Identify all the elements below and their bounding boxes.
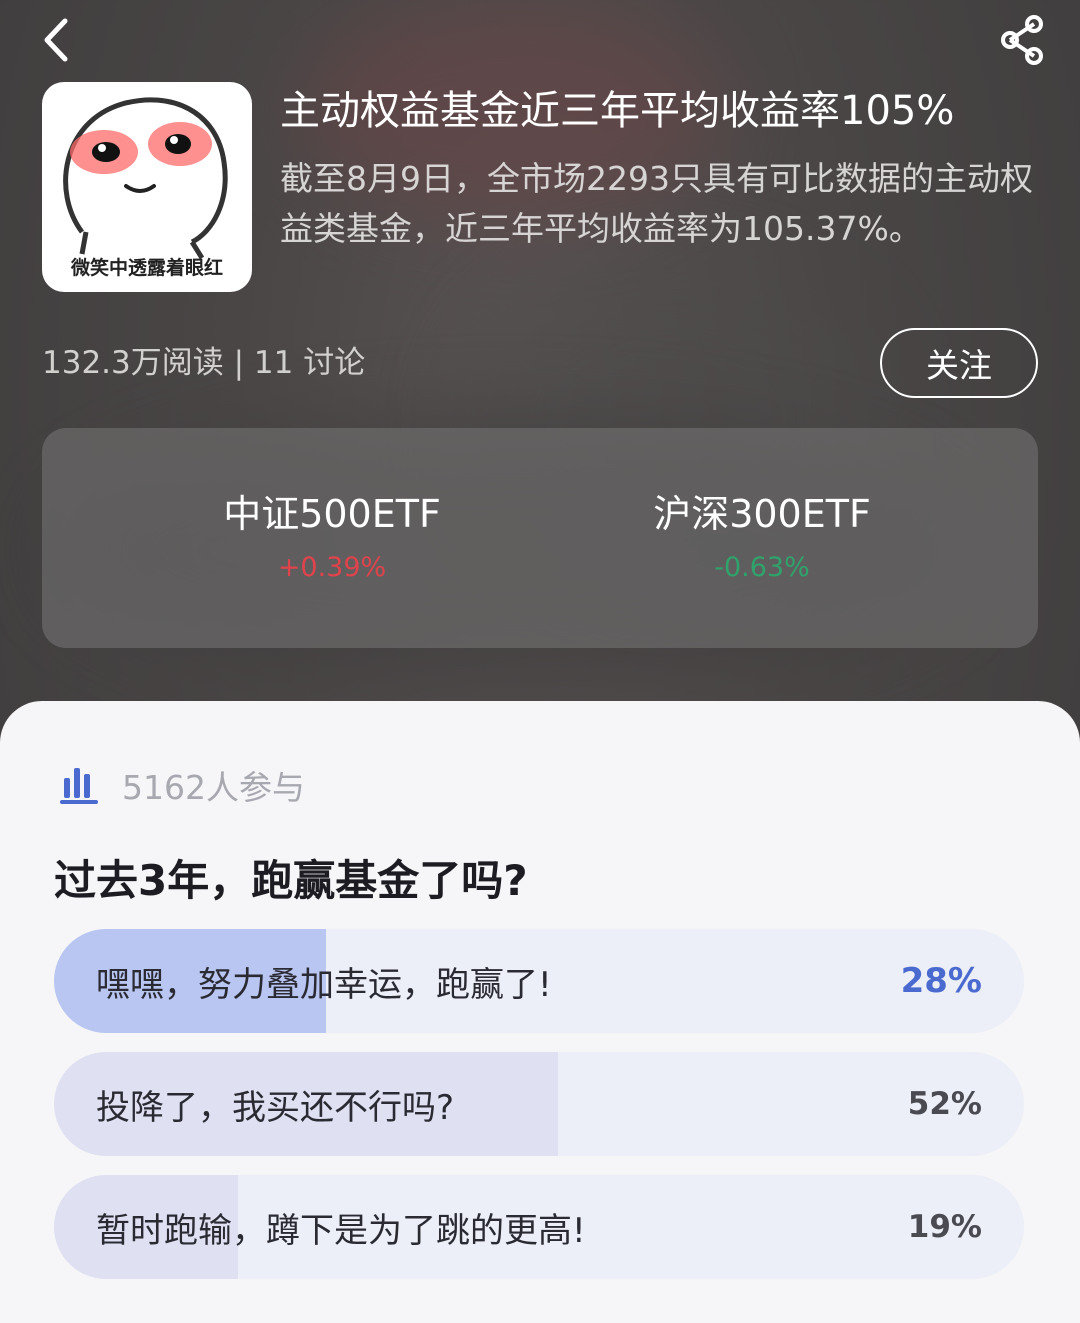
etf-item[interactable]: 沪深300ETF -0.63%	[642, 490, 882, 588]
etf-change: +0.39%	[277, 552, 387, 583]
topic-stats: 132.3万阅读 | 11 讨论	[42, 345, 366, 381]
meme-face-image	[63, 97, 228, 260]
etf-name: 沪深300ETF	[653, 492, 871, 536]
poll-participants: 5162人参与	[60, 761, 305, 809]
poll-option-percent: 52%	[907, 1086, 982, 1122]
poll-option[interactable]: 投降了，我买还不行吗? 52%	[54, 1052, 1024, 1156]
thumbnail-caption: 微笑中透露着眼红	[70, 257, 223, 279]
back-button[interactable]	[30, 14, 82, 66]
poll-option-percent: 28%	[900, 961, 982, 1001]
share-button[interactable]	[994, 12, 1050, 68]
bar-chart-icon	[60, 768, 98, 804]
share-icon	[1001, 15, 1043, 65]
poll-panel: 5162人参与 过去3年，跑赢基金了吗? 嘿嘿，努力叠加幸运，跑赢了! 28% …	[0, 701, 1080, 1323]
etf-change: -0.63%	[714, 552, 810, 583]
poll-question: 过去3年，跑赢基金了吗?	[54, 856, 528, 905]
etf-item[interactable]: 中证500ETF +0.39%	[222, 490, 442, 588]
poll-option[interactable]: 暂时跑输，蹲下是为了跳的更高! 19%	[54, 1175, 1024, 1279]
etf-name: 中证500ETF	[223, 492, 441, 536]
poll-option-label: 暂时跑输，蹲下是为了跳的更高!	[96, 1210, 586, 1251]
follow-button[interactable]: 关注	[880, 328, 1038, 398]
topic-description: 截至8月9日，全市场2293只具有可比数据的主动权益类基金，近三年平均收益率为1…	[280, 159, 1033, 248]
poll-option[interactable]: 嘿嘿，努力叠加幸运，跑赢了! 28%	[54, 929, 1024, 1033]
poll-option-percent: 19%	[907, 1209, 982, 1245]
topic-thumbnail: 微笑中透露着眼红	[42, 82, 252, 292]
topic-title: 主动权益基金近三年平均收益率105%	[280, 88, 955, 134]
poll-option-label: 嘿嘿，努力叠加幸运，跑赢了!	[96, 964, 552, 1005]
poll-option-label: 投降了，我买还不行吗?	[96, 1087, 455, 1128]
participants-count: 5162人参与	[122, 768, 305, 807]
etf-card: 中证500ETF +0.39% 沪深300ETF -0.63%	[42, 428, 1038, 648]
chevron-left-icon	[44, 18, 68, 62]
